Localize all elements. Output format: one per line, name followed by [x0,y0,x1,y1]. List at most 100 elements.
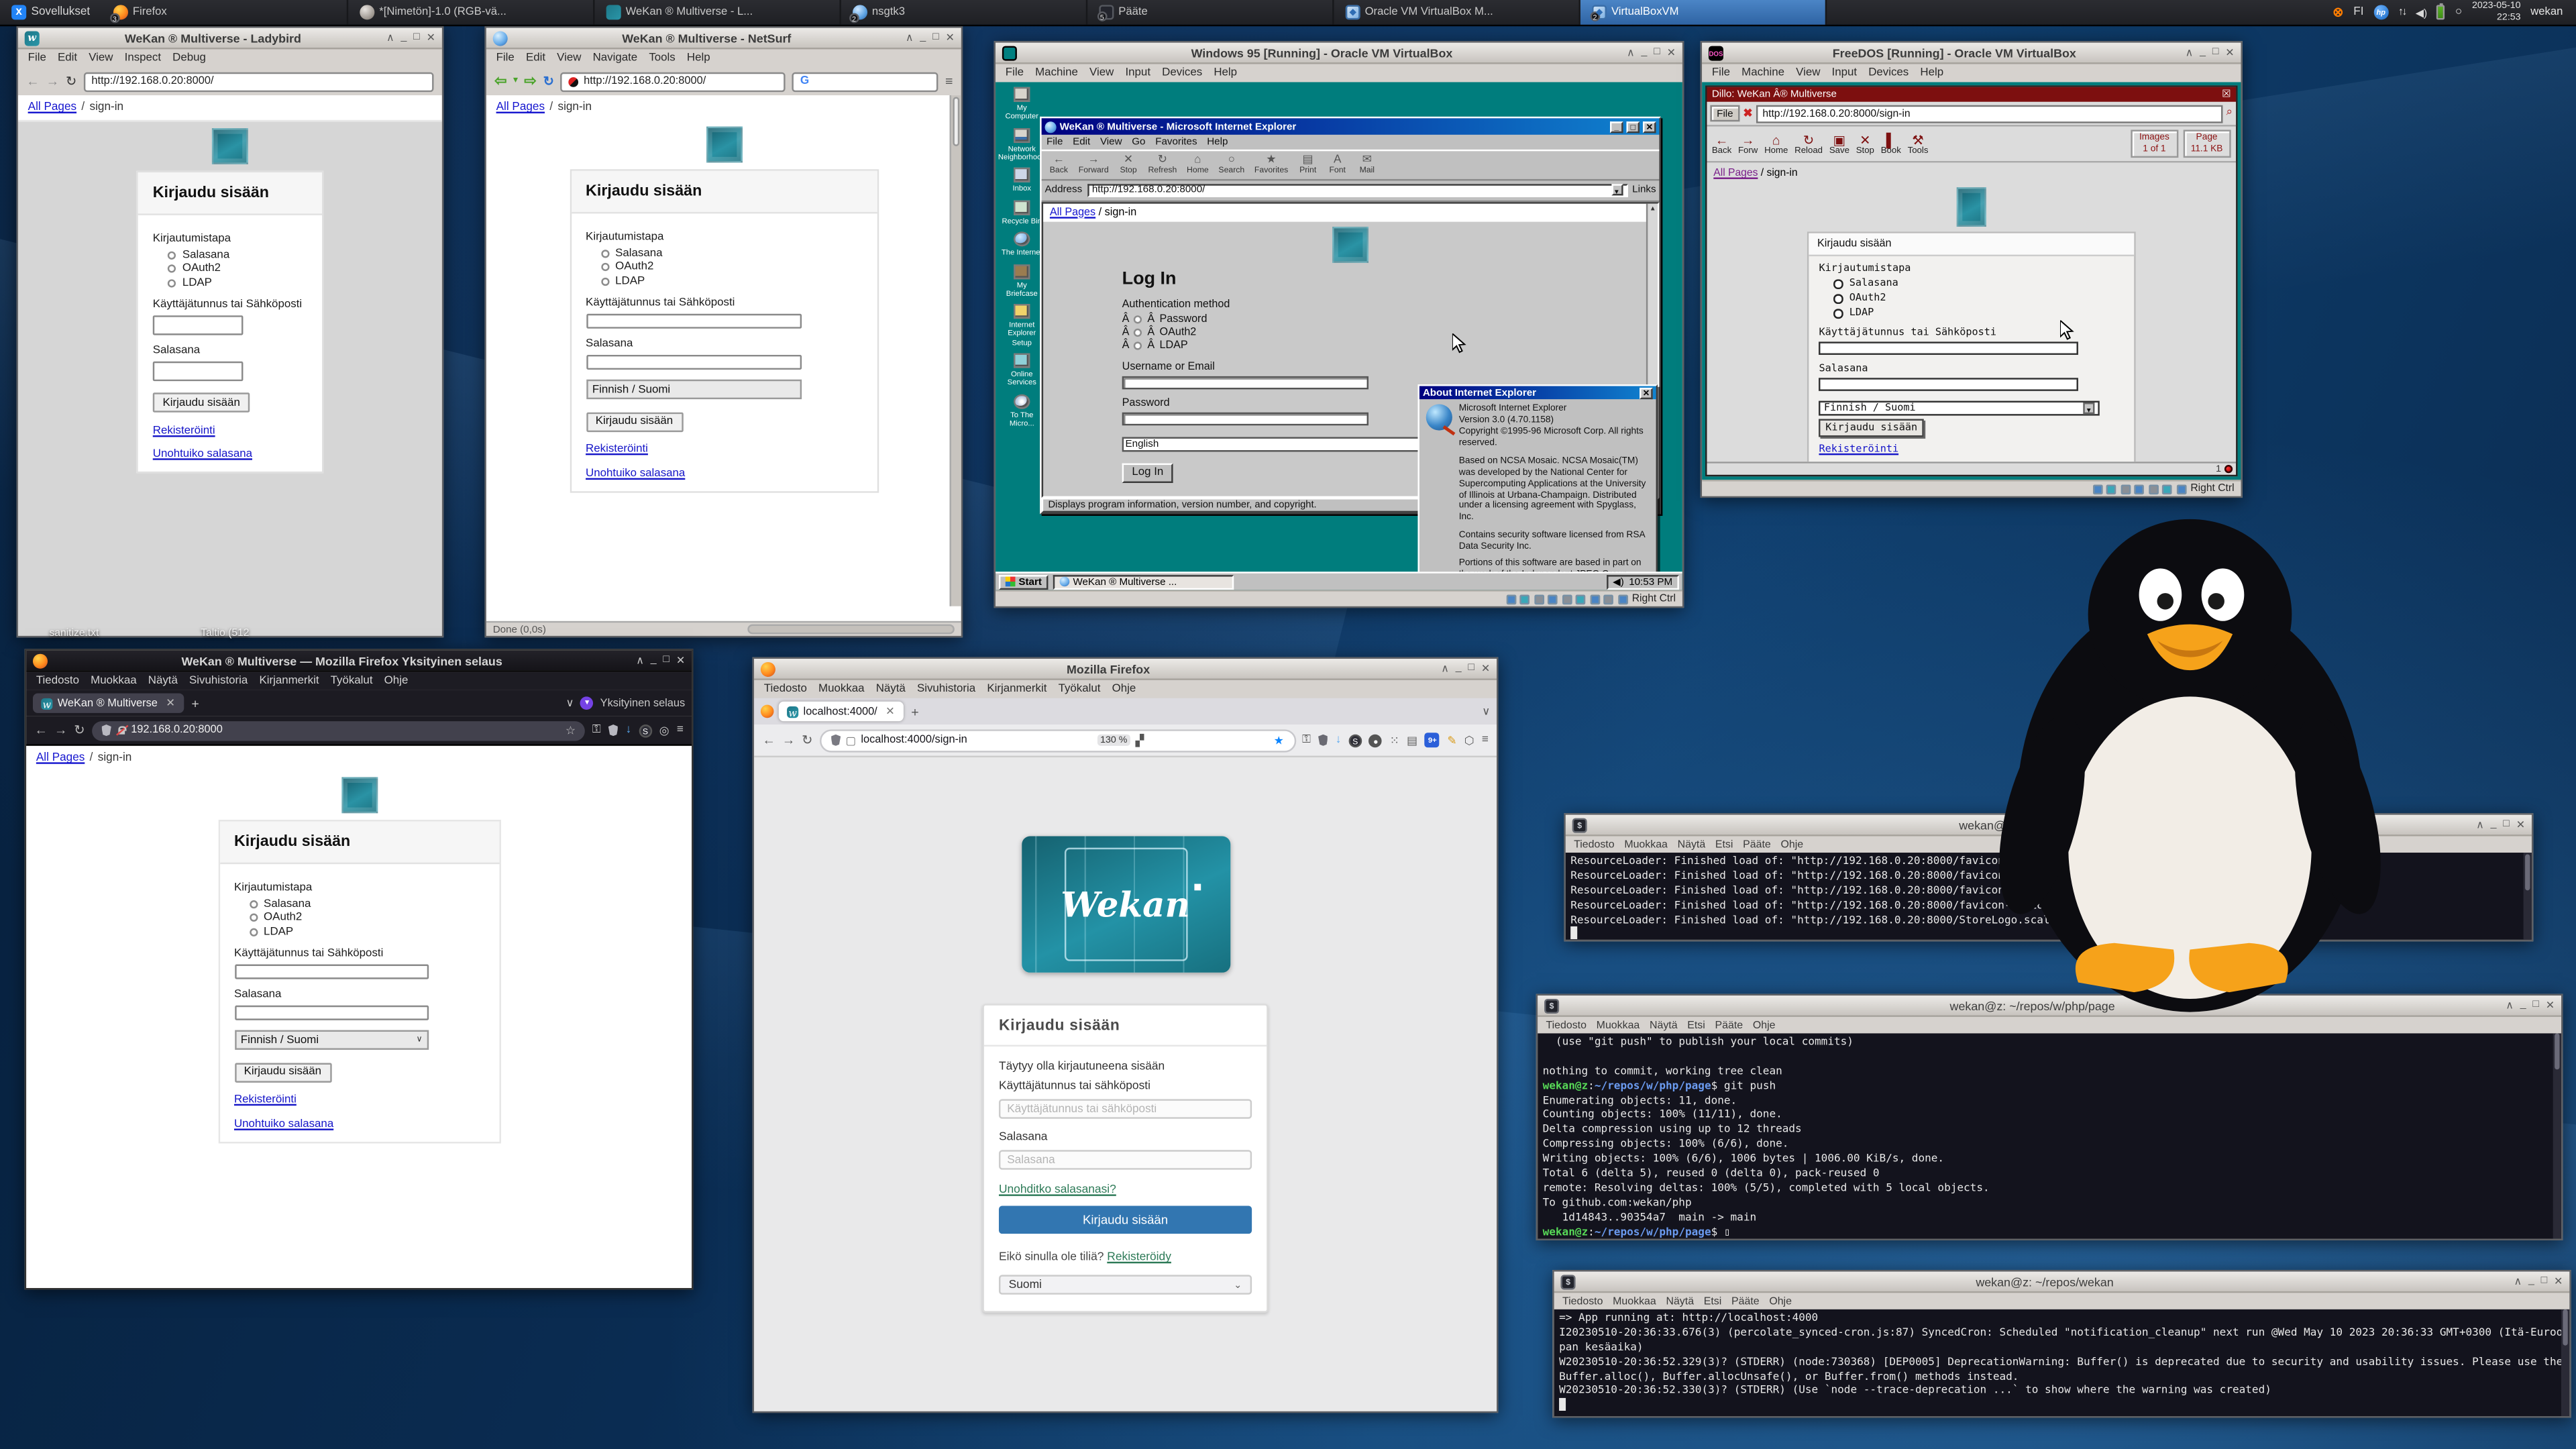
dillo-toolbar-button[interactable]: ⚒ Tools [1908,136,1929,158]
forgot-password-link[interactable]: Unohtuiko salasana [234,1118,333,1130]
reload-icon[interactable]: ↻ [802,733,812,747]
maximize-button[interactable]: □ [1654,46,1660,60]
maximize-button[interactable]: □ [2541,1275,2548,1288]
forward-icon[interactable]: → [54,723,68,738]
vbox-optical-icon[interactable] [1520,594,1530,604]
menu-item[interactable]: Edit [58,52,77,64]
shade-button[interactable]: ∧ [1441,662,1449,676]
volume-icon[interactable]: ◀) [1613,576,1624,587]
close-button[interactable]: ✕ [1667,46,1676,60]
ladybird-titlebar[interactable]: WeKan ® Multiverse - Ladybird ∧_□✕ [18,28,442,50]
win95-desktop-icon[interactable]: Network Neighborhood [1000,127,1043,160]
maximize-button[interactable]: □ [1468,662,1474,676]
highlighter-icon[interactable]: ✎ [1447,733,1456,747]
menu-item[interactable]: Näytä [1650,1020,1678,1031]
shade-button[interactable]: ∧ [906,32,914,45]
auth-method-option[interactable]: ÂÂOAuth2 [1122,326,1208,337]
menu-item[interactable]: Machine [1035,67,1078,78]
maximize-button[interactable]: □ [2212,46,2219,60]
menu-item[interactable]: Kirjanmerkit [987,684,1046,695]
tab-close-icon[interactable]: ✕ [166,696,175,710]
menu-item[interactable]: Tiedosto [1546,1020,1586,1031]
auth-method-option[interactable]: ÂÂLDAP [1122,339,1208,351]
account-icon[interactable]: ◎ [659,724,669,737]
menu-item[interactable]: Pääte [1731,1295,1760,1307]
ie-toolbar-button[interactable]: ✕ Stop [1114,153,1142,178]
forward-icon[interactable]: → [782,733,796,747]
vbox-network-icon[interactable] [1548,594,1558,604]
vbox-titlebar[interactable]: DOS FreeDOS [Running] - Oracle VM Virtua… [1702,43,2241,64]
dillo-toolbar-button[interactable]: ⌂ Home [1764,136,1788,158]
signin-button[interactable]: Kirjaudu sisään [153,392,250,412]
applications-menu[interactable]: x Sovellukset [0,0,101,25]
all-pages-link[interactable]: All Pages [36,753,85,764]
bookmark-star-icon[interactable]: ☆ [566,724,576,737]
menu-item[interactable]: View [89,52,113,64]
links-label[interactable]: Links [1632,184,1656,196]
maximize-button[interactable]: □ [2503,818,2510,832]
vbox-usb-icon[interactable] [1562,594,1572,604]
auth-method-option[interactable]: Salasana [1834,278,1898,290]
close-button[interactable]: ✕ [2546,999,2555,1012]
ie-toolbar-button[interactable]: ← Back [1045,153,1073,178]
taskbar-window-button[interactable]: 2 nsgtk3 [841,0,1087,25]
vertical-scrollbar[interactable] [950,95,961,606]
menu-item[interactable]: File [1046,136,1063,148]
terminal-titlebar[interactable]: $ wekan@z: ~/repos/wekan ∧_□✕ [1554,1272,2569,1293]
menu-item[interactable]: Kirjanmerkit [259,676,319,687]
win95-desktop-icon[interactable]: Online Services [1000,354,1043,386]
dillo-toolbar-button[interactable]: ← Back [1712,136,1731,158]
menu-item[interactable]: Ohje [1769,1295,1792,1307]
forgot-password-link[interactable]: Unohtuiko salasana [586,468,685,479]
minimize-button[interactable]: _ [1610,121,1623,132]
menu-item[interactable]: Inspect [125,52,161,64]
close-button[interactable]: ✕ [1640,387,1653,398]
ie-titlebar[interactable]: WeKan ® Multiverse - Microsoft Internet … [1042,118,1660,134]
maximize-button[interactable]: □ [413,32,420,45]
desktop-icon[interactable]: sanitize.txt [49,628,99,639]
menu-item[interactable]: Muokkaa [1597,1020,1640,1031]
url-bar[interactable]: http://192.168.0.20:8000/sign-in [1756,105,2223,123]
url-bar[interactable]: http://192.168.0.20:8000/ [83,72,433,91]
network-tray-icon[interactable]: ↑↓ [2398,7,2406,18]
zoom-level-badge[interactable]: 130 % [1097,735,1130,746]
close-button[interactable]: ✕ [427,32,435,45]
menu-item[interactable]: Edit [526,52,545,64]
menu-item[interactable]: Navigate [593,52,638,64]
menu-item[interactable]: Edit [1073,136,1090,148]
menu-item[interactable]: View [1796,67,1820,78]
password-manager-icon[interactable]: ⚿ [1302,733,1311,747]
menu-item[interactable]: Devices [1868,67,1909,78]
menu-item[interactable]: Debug [172,52,206,64]
taskbar-task-button[interactable]: WeKan ® Multiverse ... [1053,574,1234,589]
menu-item[interactable]: Sivuhistoria [917,684,975,695]
web-search-box[interactable]: G [792,72,939,91]
username-input[interactable] [586,313,801,328]
username-input[interactable] [999,1099,1252,1118]
extension-card-icon[interactable]: ▤ [1407,733,1417,747]
terminal-scrollbar[interactable] [2553,1033,2561,1238]
win95-desktop-icon[interactable]: My Briefcase [1000,264,1043,297]
menu-icon[interactable]: ≡ [1482,735,1489,746]
netsurf-titlebar[interactable]: WeKan ® Multiverse - NetSurf ∧_□✕ [486,28,961,50]
tab-list-dropdown-icon[interactable]: ∨ [1482,705,1490,718]
forward-icon[interactable]: ⇨ [524,74,536,89]
menu-item[interactable]: Näytä [148,676,178,687]
register-link[interactable]: Rekisteröinti [153,425,215,436]
menu-item[interactable]: Pääte [1715,1020,1743,1031]
dillo-toolbar-button[interactable]: ▣ Save [1829,136,1849,158]
menu-item[interactable]: Ohje [384,676,409,687]
minimize-button[interactable]: _ [651,654,657,667]
username-input[interactable] [153,315,243,334]
close-button[interactable]: ✕ [946,32,955,45]
signin-button[interactable]: Kirjaudu sisään [234,1062,331,1081]
reload-icon[interactable]: ↻ [74,723,85,738]
minimize-button[interactable]: _ [401,32,407,45]
maximize-button[interactable]: □ [1626,121,1640,132]
all-pages-link[interactable]: All Pages [28,102,76,113]
terminal-output[interactable]: => App running at: http://localhost:4000… [1554,1309,2569,1416]
ie-toolbar-button[interactable]: → Forward [1075,153,1113,178]
menu-item[interactable]: Muokkaa [1624,839,1668,850]
vbox-audio-icon[interactable] [1618,594,1628,604]
auth-method-option[interactable]: OAuth2 [168,263,229,274]
